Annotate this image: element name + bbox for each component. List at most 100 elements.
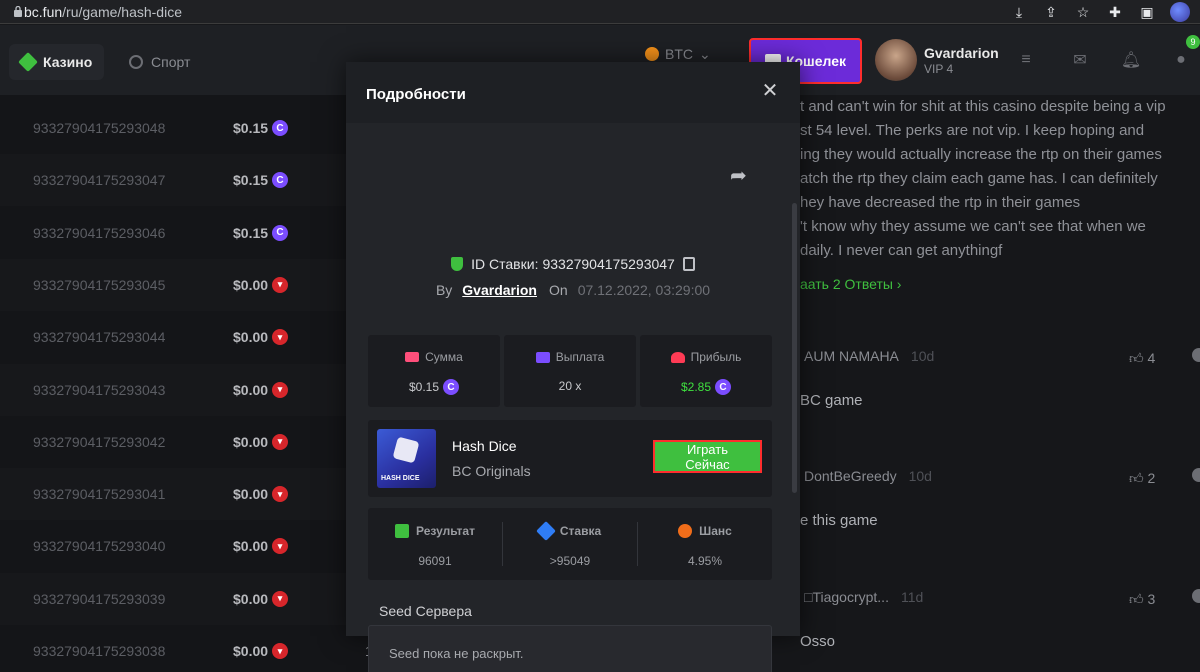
result-column: Ставка >95049 (503, 508, 637, 580)
result-label: Результат (368, 524, 502, 538)
chat-message: BC game (800, 392, 863, 409)
avatar[interactable] (875, 39, 917, 81)
menu-icon[interactable]: ≡ (1017, 51, 1035, 69)
side-panel-icon[interactable]: ▣ (1138, 3, 1156, 21)
bet-icon (535, 521, 556, 541)
game-thumbnail[interactable]: HASH DICE (377, 429, 436, 488)
scrollbar[interactable] (792, 203, 797, 493)
game-card: HASH DICE Hash Dice BC Originals Играть С… (368, 420, 772, 497)
extensions-icon[interactable]: ✚ (1106, 3, 1124, 21)
chat-line: daily. I never can get anythingf (800, 242, 1003, 259)
nav-tab-label: Казино (43, 54, 93, 70)
bet-date: 07.12.2022, 03:29:00 (577, 282, 711, 298)
chat-age: 10d (910, 348, 935, 364)
result-panel: Результат 96091 Ставка >95049 Шанс 4.95% (368, 508, 772, 580)
stat-value: $0.15 C (368, 379, 500, 395)
reply-icon[interactable] (1192, 348, 1200, 362)
bet-id-cell: 93327904175293041 (33, 486, 166, 503)
amount-value: $0.00 (233, 486, 269, 503)
share-icon[interactable]: ➦ (730, 163, 752, 187)
modal-title: Подробности (366, 86, 466, 103)
like-button[interactable]: 👍︎ 4 (1129, 350, 1155, 367)
reply-icon[interactable] (1192, 589, 1200, 603)
btc-icon (645, 47, 659, 61)
show-replies-link[interactable]: аать 2 Ответы › (800, 276, 901, 292)
bet-amount-cell: $0.15 C (233, 224, 289, 241)
modal-header: Подробности ✕ (346, 62, 800, 123)
url-path: /ru/game/hash-dice (62, 4, 182, 20)
play-now-button[interactable]: Играть Сейчас (653, 440, 762, 473)
share-page-icon[interactable]: ⇪ (1042, 3, 1060, 21)
chat-icon[interactable]: ● (1172, 51, 1190, 69)
stat-value: 20 x (558, 379, 582, 393)
amount-value: $0.00 (233, 381, 269, 398)
amount-value: $0.15 (233, 172, 269, 189)
profile-avatar-icon[interactable] (1170, 2, 1190, 22)
chat-author[interactable]: DontBeGreedy 10d (804, 468, 1184, 484)
bookmark-star-icon[interactable]: ☆ (1074, 3, 1092, 21)
install-icon[interactable]: ⤓ (1010, 3, 1028, 21)
divider (502, 522, 503, 566)
trx-coin-icon: ▾ (272, 381, 289, 398)
like-button[interactable]: 👍︎ 2 (1129, 470, 1155, 487)
casino-icon (18, 52, 38, 72)
trx-coin-icon: ▾ (272, 590, 289, 607)
address-bar[interactable]: bc.fun/ru/game/hash-dice (6, 1, 1006, 23)
chat-line: hey have decreased the rtp in their game… (800, 194, 1081, 211)
like-count: 3 (1147, 591, 1156, 607)
server-seed-field[interactable]: Seed пока не раскрыт. (368, 625, 772, 672)
mail-icon[interactable]: ✉ (1071, 51, 1089, 69)
dice-icon (392, 436, 420, 464)
bet-id-label: ID Ставки: (471, 256, 539, 272)
close-button[interactable]: ✕ (760, 80, 780, 102)
trx-coin-icon: ▾ (272, 329, 289, 346)
thumbs-up-icon: 👍︎ (1129, 470, 1144, 486)
chat-message: e this game (800, 512, 878, 529)
bet-amount-cell: $0.00 ▾ (233, 486, 289, 503)
seed-text: Seed пока не раскрыт. (389, 646, 524, 661)
like-button[interactable]: 👍︎ 3 (1129, 591, 1155, 608)
user-name[interactable]: Gvardarion (924, 45, 999, 61)
chat-age: 10d (908, 468, 932, 484)
stat-card: Выплата 20 x (504, 335, 636, 407)
nav-tab-sport[interactable]: Спорт (117, 44, 202, 80)
replies-label: аать 2 Ответы (800, 276, 893, 292)
bet-id-cell: 93327904175293047 (33, 172, 166, 189)
user-vip-level: VIP 4 (924, 62, 954, 76)
trx-coin-icon: ▾ (272, 538, 289, 555)
bet-id-cell: 93327904175293043 (33, 381, 166, 398)
profit-icon (670, 351, 685, 363)
bet-amount-cell: $0.00 ▾ (233, 433, 289, 450)
nav-tab-casino[interactable]: Казино (9, 44, 105, 80)
chat-author[interactable]: AUM NAMAHA 10d (804, 348, 1184, 364)
copy-icon[interactable] (682, 257, 695, 271)
chance-icon (678, 524, 693, 538)
amount-value: $0.00 (233, 538, 269, 555)
browser-toolbar: bc.fun/ru/game/hash-dice ⤓ ⇪ ☆ ✚ ▣ (0, 0, 1200, 24)
bet-id-cell: 93327904175293038 (33, 643, 166, 659)
chat-age: 11d (900, 589, 924, 605)
stat-label: Выплата (504, 350, 636, 364)
bet-id-row: ID Ставки: 93327904175293047 (346, 256, 800, 272)
coin-icon: C (272, 172, 289, 189)
chat-entry: DontBeGreedy10d e this game 👍︎ 2 ⋮ (800, 468, 1200, 529)
bet-amount-cell: $0.00 ▾ (233, 329, 289, 346)
bell-icon[interactable]: 🔔︎ (1121, 51, 1141, 69)
coin-icon: C (272, 224, 289, 241)
stat-label: Прибыль (640, 350, 772, 364)
seed-title: Seed Сервера (379, 603, 472, 619)
browser-actions: ⤓ ⇪ ☆ ✚ ▣ (1010, 2, 1190, 22)
sport-icon (129, 55, 143, 69)
bet-author-link[interactable]: Gvardarion (462, 282, 537, 298)
amount-value: $0.00 (233, 433, 269, 450)
bet-id-cell: 93327904175293045 (33, 276, 166, 293)
reply-icon[interactable] (1192, 468, 1200, 482)
chat-author[interactable]: □Tiagocrypt... 11d (804, 589, 1184, 605)
result-icon (395, 524, 410, 538)
trx-coin-icon: ▾ (272, 486, 289, 503)
thumbnail-text: HASH DICE (381, 475, 420, 482)
bet-amount-cell: $0.00 ▾ (233, 590, 289, 607)
bet-id-cell: 93327904175293039 (33, 590, 166, 607)
bet-amount-cell: $0.15 C (233, 172, 289, 189)
game-name: Hash Dice (452, 438, 517, 454)
